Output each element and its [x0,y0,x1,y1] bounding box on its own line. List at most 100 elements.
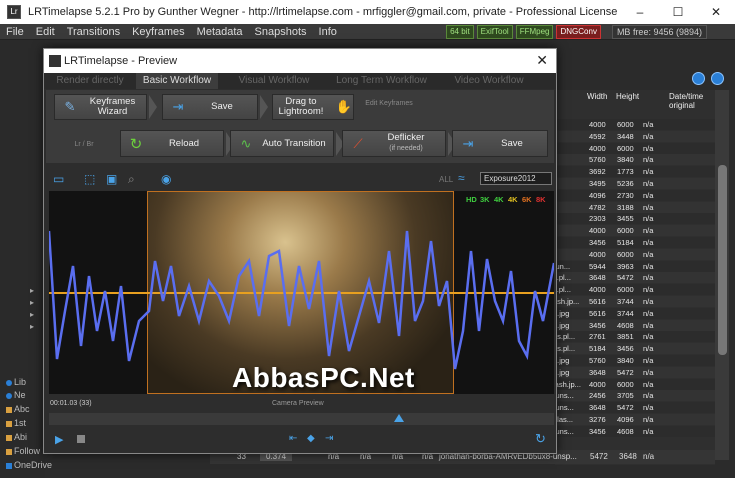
all-label[interactable]: ALL [439,175,453,184]
deflicker-icon: ⟋ [353,135,363,151]
help-icon[interactable] [692,72,705,85]
play-button[interactable]: ▶ [55,433,63,446]
tab-basic-workflow[interactable]: Basic Workflow [136,73,218,89]
curve-toggle-icon[interactable]: ≈ [458,171,465,185]
table-row[interactable]: 4096 2730 n/a [555,189,715,201]
menu-keyframes[interactable]: Keyframes [126,26,191,38]
deflicker-button[interactable]: ⟋ Deflicker (if needed) [342,130,446,157]
table-row[interactable]: 4000 6000 n/a [555,142,715,154]
table-row[interactable]: s.pl... 3648 5472 n/a [553,272,715,284]
table-row[interactable]: ns.pl... 5184 3456 n/a [553,343,715,355]
preview-titlebar: LRTimelapse - Preview ✕ [44,49,556,73]
stop-button[interactable] [77,435,85,443]
table-row[interactable]: 4000 6000 n/a [555,119,715,130]
status-badges: 64 bit ExifTool FFMpeg DNGConv MB free: … [446,25,707,39]
table-row[interactable]: h.jpg 3648 5472 n/a [553,366,715,378]
col-header-height[interactable]: Height [616,92,639,101]
menu-metadata[interactable]: Metadata [191,26,249,38]
keyframes-wizard-button[interactable]: ✎ Keyframes Wizard [54,94,147,120]
app-icon: Lr [7,5,21,19]
table-row[interactable]: 3692 1773 n/a [555,166,715,178]
sidebar-item-lib[interactable]: Lib [14,377,26,387]
table-row[interactable]: -uns... 3456 4608 n/a [553,425,715,437]
row-width: 5472 [590,452,608,461]
table-row[interactable]: -un... 5944 3963 n/a [553,260,715,272]
circle-target-icon[interactable]: ◉ [161,172,171,186]
cell-d: n/a [643,273,654,283]
curve-parameter-select[interactable] [480,172,552,185]
keyframe-icon[interactable]: ◆ [307,433,315,444]
cell-w: 4782 [589,202,606,212]
table-row[interactable]: -uns... 2456 3705 n/a [553,390,715,402]
cell-w: 4592 [589,131,606,141]
timeline-playhead[interactable] [394,414,404,422]
cell-d: n/a [643,261,654,271]
resolution-indicator: 4K [494,195,504,204]
table-row[interactable]: 3495 5236 n/a [555,178,715,189]
info-icon[interactable] [711,72,724,85]
table-row[interactable]: s.pl... 4000 6000 n/a [553,284,715,296]
cell-d: n/a [643,143,654,153]
flow-arrow [260,95,268,119]
sidebar-item-abi[interactable]: Abi [14,432,27,442]
tab-render-directly[interactable]: Render directly [44,73,136,89]
prev-keyframe-icon[interactable]: ⇤ [289,433,297,444]
table-scrollbar-thumb[interactable] [718,165,727,355]
cell-w: 3692 [589,167,606,177]
sidebar-item-1st[interactable]: 1st [14,418,26,428]
cell-h: 6000 [617,143,634,153]
tab-video-workflow[interactable]: Video Workflow [439,73,539,89]
tab-long-term-workflow[interactable]: Long Term Workflow [324,73,439,89]
cell-h: 5472 [617,403,634,413]
cell-d: n/a [643,415,654,424]
preview-close-button[interactable]: ✕ [536,52,548,69]
cell-h: 3851 [617,332,634,342]
cell-d: n/a [643,238,654,247]
table-row[interactable]: lash.jp... 4000 6000 n/a [553,378,715,390]
next-keyframe-icon[interactable]: ⇥ [325,433,333,444]
table-row[interactable]: olas... 3276 4096 n/a [553,414,715,425]
col-header-date[interactable]: Date/time original [669,92,709,110]
table-row[interactable]: 4000 6000 n/a [555,225,715,237]
zoom-icon[interactable]: ⌕ [128,172,135,187]
table-row[interactable]: 3456 5184 n/a [555,237,715,248]
table-row[interactable]: 4000 6000 n/a [555,248,715,260]
image-icon[interactable]: ▣ [106,172,117,186]
cell-d: n/a [643,332,654,342]
sidebar-item-ne[interactable]: Ne [14,390,26,400]
maximize-button[interactable]: ☐ [659,0,697,24]
crop-icon[interactable]: ▭ [53,172,64,186]
table-row[interactable]: ns.pl... 2761 3851 n/a [553,331,715,343]
sidebar-item-onedrive[interactable]: OneDrive [14,460,52,470]
tab-visual-workflow[interactable]: Visual Workflow [224,73,324,89]
workflow-tabs: Render directly Basic Workflow Visual Wo… [44,73,556,89]
menu-transitions[interactable]: Transitions [61,26,126,38]
table-row[interactable]: 5760 3840 n/a [555,154,715,166]
save-final-button[interactable]: ⇥ Save [452,130,548,157]
select-area-icon[interactable]: ⬚ [84,172,95,186]
menu-info[interactable]: Info [313,26,343,38]
deflicker-label: Deflicker [387,132,425,143]
table-row[interactable]: 4592 3448 n/a [555,130,715,142]
auto-transition-button[interactable]: ∿ Auto Transition [230,130,334,157]
table-row[interactable]: -uns... 3648 5472 n/a [553,402,715,414]
drag-to-lightroom-button[interactable]: Drag to Lightroom! ✋ [272,94,354,120]
table-row[interactable]: a.jpg 5616 3744 n/a [553,307,715,319]
menu-file[interactable]: File [0,26,30,38]
table-row[interactable]: 4782 3188 n/a [555,201,715,213]
table-row[interactable]: 2303 3455 n/a [555,213,715,225]
minimize-button[interactable]: – [621,0,659,24]
col-header-width[interactable]: Width [587,92,607,101]
table-row[interactable]: h.jpg 3456 4608 n/a [553,319,715,331]
reload-button[interactable]: ↻ Reload [120,130,224,157]
menu-edit[interactable]: Edit [30,26,61,38]
refresh-icon[interactable]: ↻ [535,431,546,447]
table-row[interactable]: a.jpg 5760 3840 n/a [553,355,715,366]
table-row[interactable]: ash.jp... 5616 3744 n/a [553,296,715,307]
close-button[interactable]: ✕ [697,0,735,24]
save-keyframes-button[interactable]: ⇥ Save [162,94,258,120]
tree-expanders: ▸ ▸ ▸ ▸ [30,286,35,331]
menu-snapshots[interactable]: Snapshots [249,26,313,38]
sidebar-item-abc[interactable]: Abc [14,404,30,414]
timeline-slider[interactable] [49,413,554,425]
